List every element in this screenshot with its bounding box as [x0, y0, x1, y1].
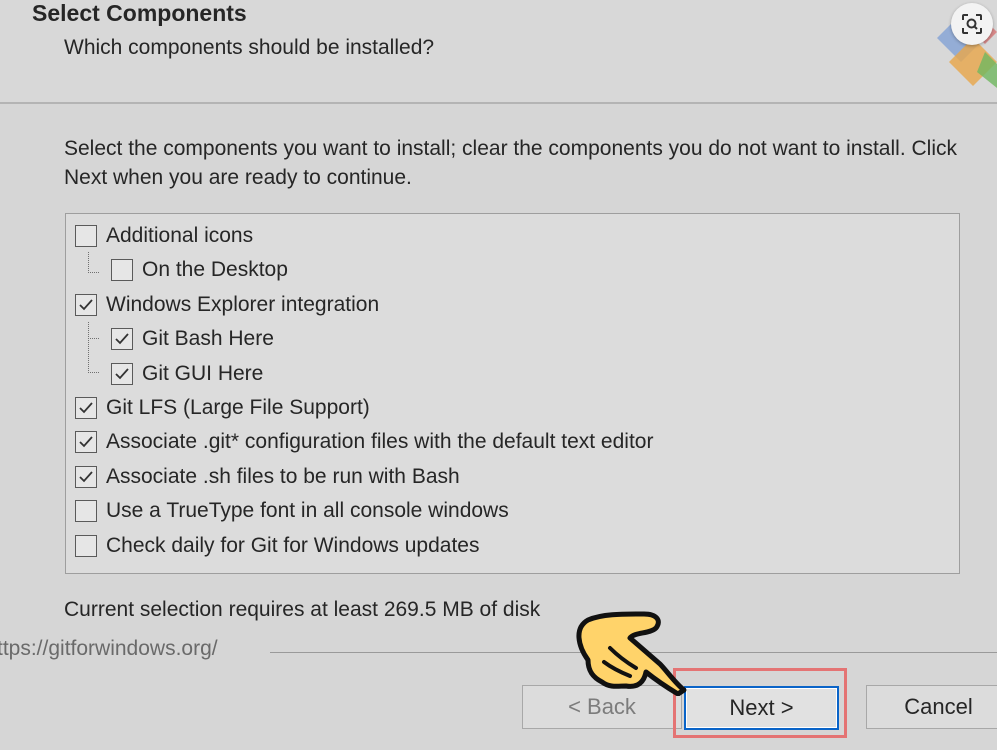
- component-checkbox[interactable]: [75, 431, 97, 454]
- component-item[interactable]: On the Desktop: [111, 255, 288, 285]
- component-label: Check daily for Git for Windows updates: [106, 533, 480, 557]
- component-item[interactable]: Check daily for Git for Windows updates: [75, 531, 480, 561]
- checkmark-icon: [79, 436, 93, 448]
- component-item[interactable]: Git Bash Here: [111, 324, 274, 354]
- website-link[interactable]: ttps://gitforwindows.org/: [0, 637, 218, 661]
- component-item[interactable]: Git LFS (Large File Support): [75, 393, 370, 423]
- component-label: Windows Explorer integration: [106, 292, 380, 316]
- component-label: Git Bash Here: [142, 327, 274, 351]
- component-item[interactable]: Associate .git* configuration files with…: [75, 427, 653, 457]
- page-title: Select Components: [32, 0, 247, 26]
- tree-connector: [88, 338, 99, 373]
- component-checkbox[interactable]: [111, 362, 133, 385]
- component-item[interactable]: Additional icons: [75, 221, 253, 251]
- checkmark-icon: [115, 333, 129, 345]
- component-item[interactable]: Use a TrueType font in all console windo…: [75, 496, 509, 526]
- page-subtitle: Which components should be installed?: [64, 36, 435, 59]
- component-item[interactable]: Associate .sh files to be run with Bash: [75, 462, 460, 492]
- tree-connector: [88, 252, 99, 273]
- component-label: Use a TrueType font in all console windo…: [106, 499, 509, 523]
- component-checkbox[interactable]: [75, 225, 97, 247]
- visual-search-icon: [962, 14, 982, 34]
- pointing-hand-icon: [576, 611, 687, 696]
- component-label: Git LFS (Large File Support): [106, 396, 370, 419]
- component-item[interactable]: Windows Explorer integration: [75, 290, 379, 320]
- disk-space-text: Current selection requires at least 269.…: [64, 598, 541, 621]
- instructions-text: Select the components you want to instal…: [64, 137, 957, 189]
- component-item[interactable]: Git GUI Here: [111, 359, 263, 389]
- next-button[interactable]: Next >: [684, 686, 839, 730]
- component-label: Associate .git* configuration files with…: [106, 430, 654, 454]
- tree-connector: [88, 322, 99, 339]
- component-checkbox[interactable]: [75, 397, 97, 419]
- checkmark-icon: [79, 402, 93, 414]
- components-list[interactable]: Additional icons On the Desktop Windows Ex…: [65, 213, 960, 574]
- component-label: On the Desktop: [142, 258, 288, 282]
- checkmark-icon: [115, 367, 129, 379]
- component-label: Associate .sh files to be run with Bash: [106, 464, 460, 488]
- installer-window: Select Components Which components shoul…: [0, 0, 997, 750]
- component-checkbox[interactable]: [75, 534, 97, 557]
- cancel-button[interactable]: Cancel: [866, 685, 997, 729]
- checkmark-icon: [79, 299, 93, 311]
- component-checkbox[interactable]: [111, 328, 133, 351]
- component-checkbox[interactable]: [111, 259, 133, 282]
- checkmark-icon: [79, 471, 93, 483]
- component-checkbox[interactable]: [75, 465, 97, 488]
- visual-search-button[interactable]: [951, 3, 993, 45]
- component-label: Additional icons: [106, 224, 254, 247]
- component-checkbox[interactable]: [75, 293, 97, 316]
- component-checkbox[interactable]: [75, 500, 97, 523]
- component-label: Git GUI Here: [142, 361, 264, 385]
- wizard-header: Select Components Which components shoul…: [0, 0, 997, 104]
